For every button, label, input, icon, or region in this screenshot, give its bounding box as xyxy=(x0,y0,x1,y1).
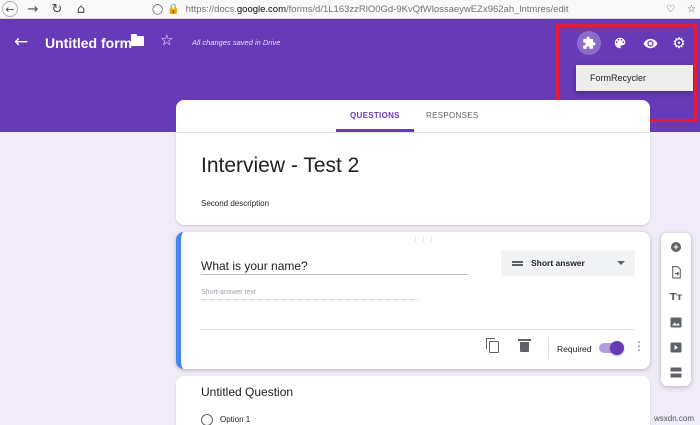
question-type-dropdown[interactable]: Short answer xyxy=(501,250,635,276)
watermark: wsxdn.com xyxy=(653,414,694,423)
duplicate-icon[interactable] xyxy=(486,338,499,353)
lock-icon[interactable]: 🔒 xyxy=(167,4,179,15)
short-answer-underline xyxy=(201,299,418,300)
reload-icon[interactable]: ↻ xyxy=(48,0,66,18)
form-title-card[interactable]: Interview - Test 2 Second description xyxy=(176,132,650,225)
url-path: /forms/d/1L163zzRlO0Gd-9KvQfWlossaeywEZx… xyxy=(286,4,569,15)
form-title-field[interactable]: Interview - Test 2 xyxy=(201,154,359,178)
import-questions-icon[interactable] xyxy=(661,261,691,283)
bookmark-star-icon[interactable]: ☆ xyxy=(687,4,696,15)
tab-responses[interactable]: RESPONSES xyxy=(426,111,479,120)
address-bar[interactable]: ◯ 🔒 https://docs.google.com/forms/d/1L16… xyxy=(148,1,640,18)
more-options-icon[interactable]: ⋮ xyxy=(633,340,645,352)
drag-handle-icon[interactable]: ⋮⋮⋮ xyxy=(412,235,436,243)
option-label[interactable]: Option 1 xyxy=(220,415,250,424)
question-title[interactable]: Untitled Question xyxy=(201,385,293,399)
add-question-icon[interactable] xyxy=(661,236,691,258)
required-label: Required xyxy=(557,344,592,354)
back-arrow-icon[interactable]: ← xyxy=(14,32,28,52)
required-toggle[interactable] xyxy=(599,341,624,355)
add-title-icon[interactable]: Tт xyxy=(661,286,691,308)
add-section-icon[interactable] xyxy=(661,361,691,383)
star-icon[interactable]: ☆ xyxy=(160,31,173,49)
save-status: All changes saved in Drive xyxy=(192,38,281,47)
url-domain: google.com xyxy=(236,4,287,15)
form-description-field[interactable]: Second description xyxy=(201,199,269,208)
question-card-active[interactable]: ⋮⋮⋮ What is your name? Short answer Shor… xyxy=(176,232,650,369)
add-video-icon[interactable] xyxy=(661,336,691,358)
forward-icon[interactable]: → xyxy=(24,0,42,18)
floating-toolbar: Tт xyxy=(661,233,691,386)
delete-icon[interactable] xyxy=(518,339,531,352)
shield-icon[interactable]: ◯ xyxy=(152,4,163,15)
pocket-icon[interactable]: ♡ xyxy=(666,4,675,15)
folder-icon[interactable] xyxy=(131,34,144,46)
question-title-underline xyxy=(201,274,468,275)
toggle-knob xyxy=(610,341,624,355)
url-prefix: https://docs. xyxy=(185,4,237,15)
question-type-label: Short answer xyxy=(531,258,585,268)
home-icon[interactable]: ⌂ xyxy=(72,0,90,18)
form-name[interactable]: Untitled form xyxy=(45,35,132,51)
question-card[interactable]: Untitled Question Option 1 xyxy=(176,376,650,425)
short-answer-icon xyxy=(512,261,523,263)
tabs-bar: QUESTIONS RESPONSES xyxy=(176,100,650,132)
question-footer-divider xyxy=(201,329,635,330)
short-answer-placeholder: Short-answer text xyxy=(201,289,256,296)
question-title-field[interactable]: What is your name? xyxy=(201,259,308,273)
add-image-icon[interactable] xyxy=(661,311,691,333)
back-icon[interactable]: ← xyxy=(2,1,18,17)
radio-icon xyxy=(201,414,213,425)
tab-questions[interactable]: QUESTIONS xyxy=(350,111,400,120)
browser-toolbar: ← → ↻ ⌂ ◯ 🔒 https://docs.google.com/form… xyxy=(0,0,700,19)
url-text[interactable]: https://docs.google.com/forms/d/1L163zzR… xyxy=(186,4,569,15)
footer-separator xyxy=(548,338,549,358)
dropdown-caret-icon xyxy=(617,261,625,265)
